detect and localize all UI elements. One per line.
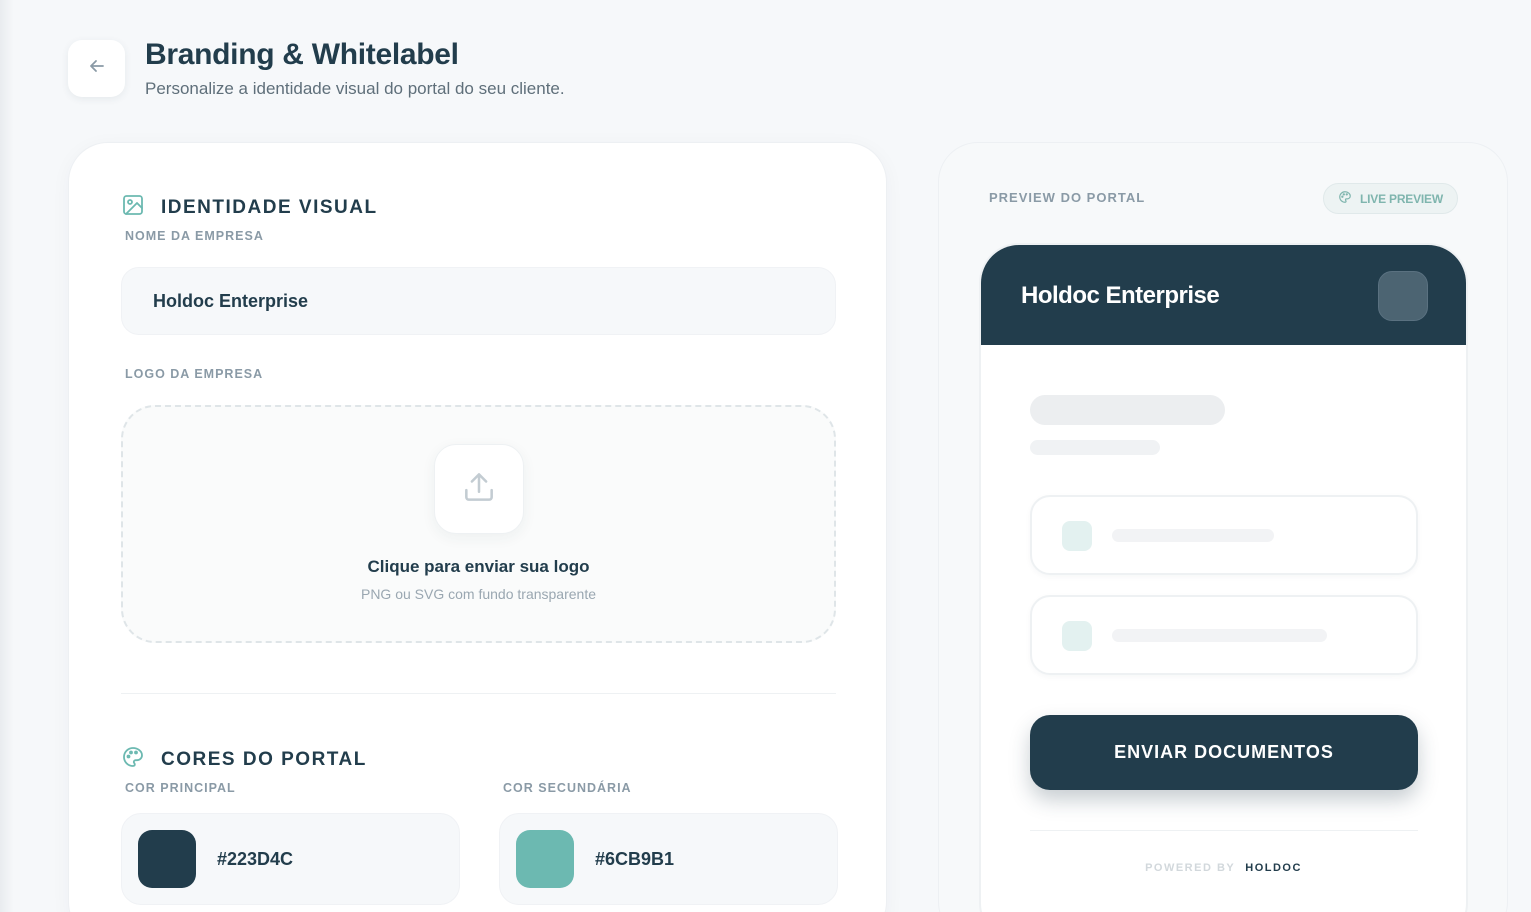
portal-preview-panel: PREVIEW DO PORTAL LIVE PREVIEW Holdoc En… — [938, 142, 1508, 912]
portal-logo-placeholder — [1378, 271, 1428, 321]
portal-title: Holdoc Enterprise — [1021, 282, 1220, 309]
secondary-color-picker[interactable]: #6CB9B1 — [499, 813, 838, 905]
skeleton-item-icon — [1062, 521, 1092, 551]
company-name-label: NOME DA EMPRESA — [125, 229, 264, 243]
colors-section-header: CORES DO PORTAL — [121, 745, 367, 774]
secondary-color-label: COR SECUNDÁRIA — [503, 781, 632, 795]
image-icon — [121, 193, 145, 222]
logo-label: LOGO DA EMPRESA — [125, 367, 264, 381]
colors-section-title: CORES DO PORTAL — [161, 748, 367, 770]
upload-title: Clique para enviar sua logo — [367, 557, 590, 576]
identity-section-header: IDENTIDADE VISUAL — [121, 193, 378, 222]
secondary-color-value: #6CB9B1 — [595, 849, 675, 869]
primary-color-value: #223D4C — [217, 849, 294, 869]
back-button[interactable] — [68, 40, 125, 97]
skeleton-item-line — [1112, 629, 1327, 642]
portal-header: Holdoc Enterprise — [981, 245, 1466, 345]
arrow-left-icon — [87, 56, 107, 81]
branding-form-card: IDENTIDADE VISUAL NOME DA EMPRESA Holdoc… — [68, 142, 887, 912]
palette-icon — [1338, 190, 1352, 207]
skeleton-item-icon — [1062, 621, 1092, 651]
primary-color-picker[interactable]: #223D4C — [121, 813, 460, 905]
upload-tile — [434, 444, 524, 534]
powered-by-footer: POWERED BY HOLDOC — [981, 862, 1466, 874]
upload-icon — [460, 468, 498, 511]
live-preview-text: LIVE PREVIEW — [1360, 191, 1443, 206]
page-title: Branding & Whitelabel — [145, 38, 459, 71]
phone-footer-divider — [1030, 830, 1418, 831]
send-documents-button[interactable]: ENVIAR DOCUMENTOS — [1030, 715, 1418, 790]
primary-color-swatch — [138, 830, 196, 888]
primary-color-label: COR PRINCIPAL — [125, 781, 236, 795]
skeleton-list-item — [1030, 495, 1418, 575]
powered-by-brand: HOLDOC — [1245, 862, 1302, 874]
company-name-value: Holdoc Enterprise — [153, 290, 309, 311]
skeleton-list-item — [1030, 595, 1418, 675]
upload-hint: PNG ou SVG com fundo transparente — [360, 586, 596, 602]
preview-label: PREVIEW DO PORTAL — [989, 190, 1146, 205]
powered-by-text: POWERED BY — [1145, 862, 1236, 874]
skeleton-item-line — [1112, 529, 1274, 542]
window-edge-shadow — [0, 0, 14, 912]
company-name-input[interactable]: Holdoc Enterprise — [121, 267, 836, 335]
secondary-color-swatch — [516, 830, 574, 888]
identity-section-title: IDENTIDADE VISUAL — [161, 196, 378, 218]
skeleton-heading — [1030, 395, 1225, 425]
live-preview-badge: LIVE PREVIEW — [1323, 183, 1458, 214]
logo-upload-dropzone[interactable]: Clique para enviar sua logo PNG ou SVG c… — [121, 405, 836, 643]
page-subtitle: Personalize a identidade visual do porta… — [145, 79, 565, 98]
phone-mockup: Holdoc Enterprise ENVIAR DOCUMENTOS POWE… — [979, 243, 1468, 912]
section-divider — [121, 693, 836, 694]
skeleton-subheading — [1030, 440, 1160, 455]
palette-icon — [121, 745, 145, 774]
